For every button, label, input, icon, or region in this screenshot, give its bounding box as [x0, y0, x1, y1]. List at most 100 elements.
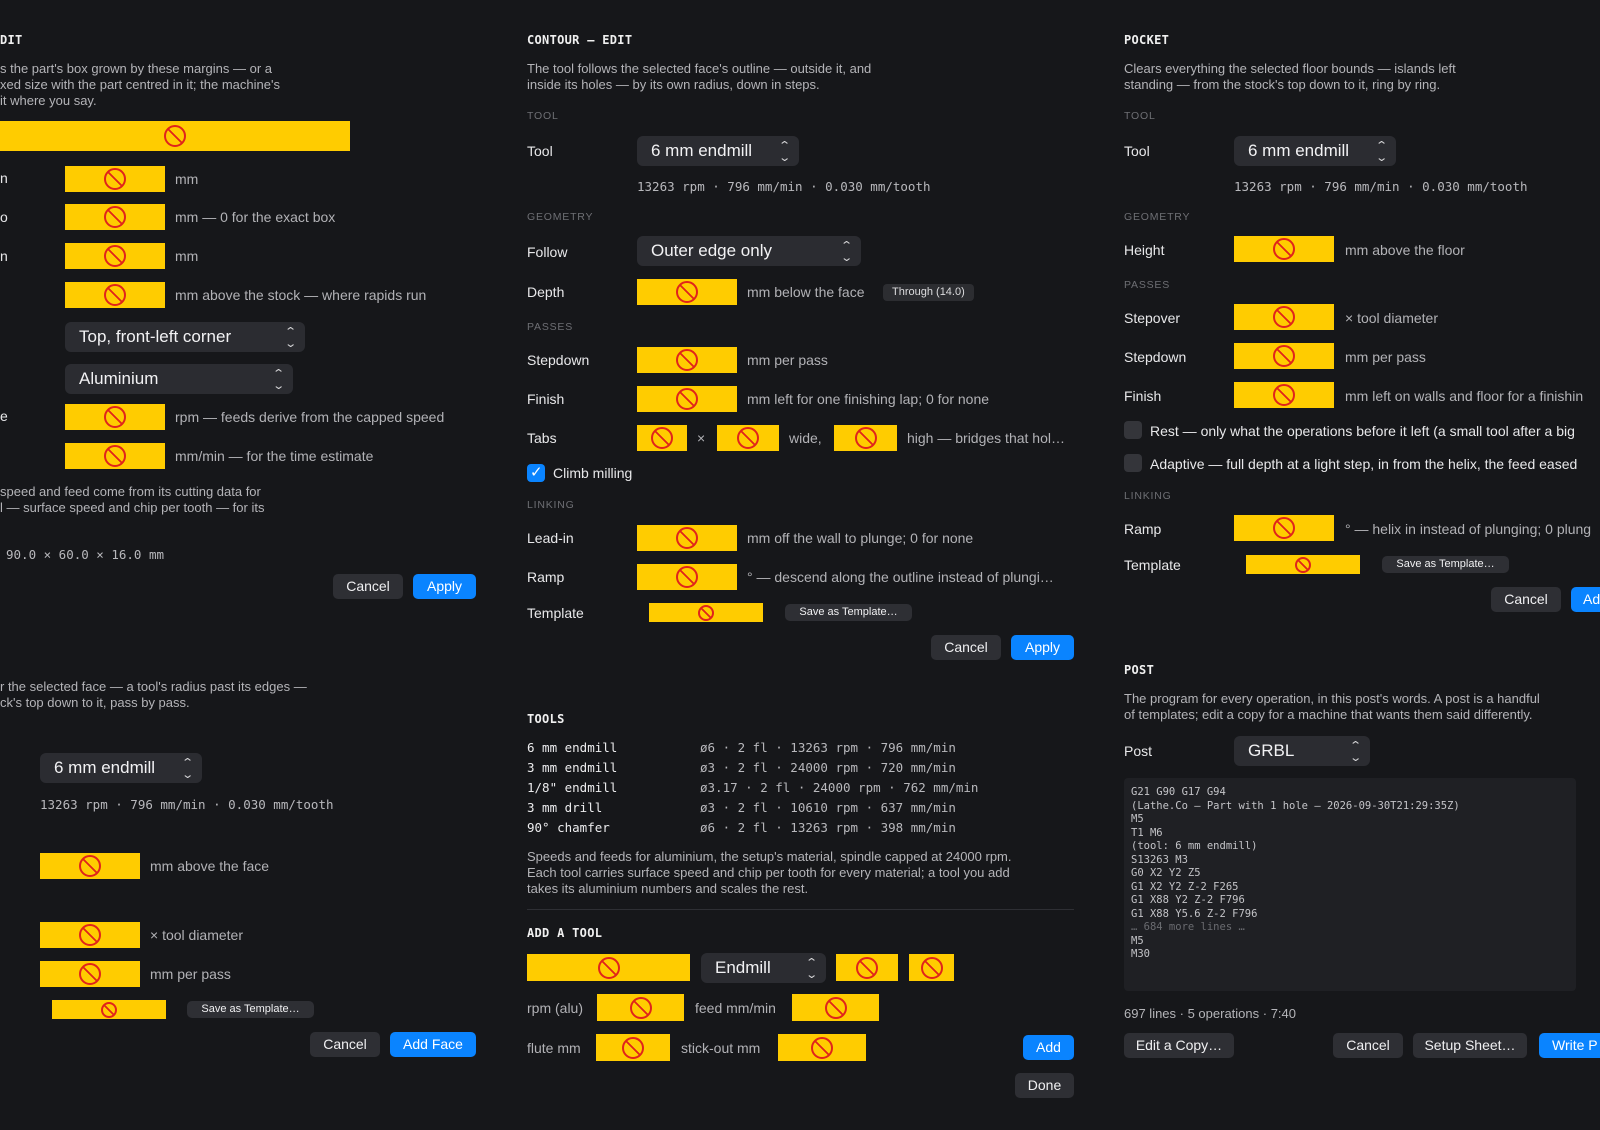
- pocket-height-field[interactable]: [1234, 236, 1334, 262]
- pocket-finish-field[interactable]: [1234, 382, 1334, 408]
- stickout-label: stick-out mm: [681, 1040, 761, 1056]
- add-face-button[interactable]: Add Face: [390, 1032, 476, 1057]
- stock-feed-field[interactable]: [65, 443, 165, 469]
- contour-ramp-hint: ° — descend along the outline instead of…: [747, 569, 1054, 585]
- pocket-stepdown-label: Stepdown: [1124, 349, 1187, 365]
- rpm-label: rpm (alu): [527, 1000, 584, 1016]
- stock-clearance-field[interactable]: [65, 282, 165, 308]
- stock-margin-field[interactable]: [65, 166, 165, 192]
- new-tool-stickout-field[interactable]: [778, 1034, 866, 1061]
- contour-save-template-button[interactable]: Save as Template…: [785, 604, 912, 621]
- contour-apply-button[interactable]: Apply: [1011, 635, 1074, 660]
- contour-template-field[interactable]: [649, 603, 763, 622]
- pocket-finish-hint: mm left on walls and floor for a finishi…: [1345, 388, 1584, 404]
- stock-row4-label: e: [0, 408, 8, 424]
- stock-rpm-field[interactable]: [65, 404, 165, 430]
- face-save-template-button[interactable]: Save as Template…: [187, 1001, 314, 1018]
- face-stepover-field[interactable]: [40, 922, 140, 948]
- pocket-template-field[interactable]: [1246, 555, 1360, 574]
- contour-tool-select[interactable]: 6 mm endmill ⌃ ⌃: [637, 136, 799, 166]
- post-desc-1: The program for every operation, in this…: [1124, 691, 1540, 706]
- face-height-hint: mm above the face: [150, 858, 270, 874]
- post-select[interactable]: GRBL ⌃ ⌃: [1234, 736, 1370, 766]
- pocket-ramp-label: Ramp: [1124, 521, 1162, 537]
- face-template-field[interactable]: [52, 1000, 166, 1019]
- flute-label: flute mm: [527, 1040, 581, 1056]
- contour-stepdown-field[interactable]: [637, 347, 737, 373]
- post-select-value: GRBL: [1248, 741, 1295, 760]
- contour-desc-2: inside its holes — by its own radius, do…: [527, 77, 820, 92]
- rest-label: Rest — only what the operations before i…: [1150, 423, 1575, 439]
- climb-milling-checkbox[interactable]: [527, 463, 545, 482]
- face-tool-select[interactable]: 6 mm endmill ⌃ ⌃: [40, 753, 202, 783]
- add-tool-button[interactable]: Add: [1023, 1035, 1074, 1060]
- face-cancel-button[interactable]: Cancel: [310, 1032, 380, 1057]
- contour-stepdown-label: Stepdown: [527, 352, 590, 368]
- face-height-field[interactable]: [40, 853, 140, 879]
- tool-type-select[interactable]: Endmill ⌃ ⌃: [701, 953, 826, 983]
- pocket-add-button[interactable]: Ad: [1571, 587, 1600, 612]
- new-tool-flutes-field[interactable]: [909, 954, 954, 981]
- tools-divider: [527, 909, 1074, 910]
- material-select[interactable]: Aluminium ⌃ ⌃: [65, 364, 293, 394]
- tool-row-name: 6 mm endmill: [527, 740, 618, 755]
- adaptive-checkbox[interactable]: [1124, 454, 1142, 472]
- pocket-ramp-hint: ° — helix in instead of plunging; 0 plun…: [1345, 521, 1592, 537]
- through-badge[interactable]: Through (14.0): [883, 284, 974, 301]
- setup-sheet-button[interactable]: Setup Sheet…: [1413, 1033, 1527, 1058]
- material-select-value: Aluminium: [79, 369, 159, 388]
- contour-leadin-field[interactable]: [637, 525, 737, 551]
- rest-checkbox[interactable]: [1124, 421, 1142, 439]
- tabs-width-field[interactable]: [717, 425, 779, 451]
- tool-type-select-value: Endmill: [715, 958, 771, 977]
- stock-cancel-button[interactable]: Cancel: [333, 574, 403, 599]
- face-stepdown-field[interactable]: [40, 961, 140, 987]
- adaptive-label: Adaptive — full depth at a light step, i…: [1150, 456, 1578, 472]
- new-tool-rpm-field[interactable]: [597, 994, 684, 1021]
- stock-desc-3: it where you say.: [0, 93, 97, 108]
- contour-desc-1: The tool follows the selected face's out…: [527, 61, 872, 76]
- new-tool-name-field[interactable]: [527, 954, 690, 981]
- pocket-height-hint: mm above the floor: [1345, 242, 1465, 258]
- contour-follow-select[interactable]: Outer edge only ⌃ ⌃: [637, 236, 861, 266]
- done-button[interactable]: Done: [1015, 1073, 1074, 1098]
- stock-feed-hint: mm/min — for the time estimate: [175, 448, 374, 464]
- pocket-save-template-button[interactable]: Save as Template…: [1382, 556, 1509, 573]
- tabs-count-field[interactable]: [637, 425, 687, 451]
- contour-section-linking: LINKING: [527, 499, 575, 511]
- contour-finish-field[interactable]: [637, 386, 737, 412]
- edit-copy-button[interactable]: Edit a Copy…: [1124, 1033, 1234, 1058]
- pocket-stepover-field[interactable]: [1234, 304, 1334, 330]
- face-stepover-hint: × tool diameter: [150, 927, 243, 943]
- tabs-height-field[interactable]: [834, 425, 897, 451]
- stock-margin-field-2[interactable]: [65, 243, 165, 269]
- tool-row-spec: ø6 · 2 fl · 13263 rpm · 398 mm/min: [700, 820, 956, 835]
- pocket-height-label: Height: [1124, 242, 1165, 258]
- stock-size-field[interactable]: [0, 121, 350, 151]
- contour-title: CONTOUR — EDIT: [527, 33, 633, 47]
- pocket-tool-select[interactable]: 6 mm endmill ⌃ ⌃: [1234, 136, 1396, 166]
- stock-exact-field[interactable]: [65, 204, 165, 230]
- pocket-ramp-field[interactable]: [1234, 515, 1334, 541]
- contour-leadin-hint: mm off the wall to plunge; 0 for none: [747, 530, 974, 546]
- contour-ramp-field[interactable]: [637, 564, 737, 590]
- chevron-updown-icon: ⌃ ⌃: [180, 757, 194, 780]
- write-program-button[interactable]: Write P: [1539, 1033, 1600, 1058]
- pocket-stepdown-field[interactable]: [1234, 343, 1334, 369]
- new-tool-feed-field[interactable]: [792, 994, 879, 1021]
- pocket-section-geometry: GEOMETRY: [1124, 211, 1191, 223]
- origin-select[interactable]: Top, front-left corner ⌃ ⌃: [65, 322, 305, 352]
- contour-depth-field[interactable]: [637, 279, 737, 305]
- new-tool-flute-length-field[interactable]: [596, 1034, 670, 1061]
- contour-cancel-button[interactable]: Cancel: [931, 635, 1001, 660]
- stock-apply-button[interactable]: Apply: [413, 574, 476, 599]
- stock-title: DIT: [0, 33, 23, 47]
- stock-note-1: speed and feed come from its cutting dat…: [0, 484, 261, 499]
- pocket-tool-label: Tool: [1124, 143, 1150, 159]
- pocket-cancel-button[interactable]: Cancel: [1491, 587, 1561, 612]
- tool-row-spec: ø3.17 · 2 fl · 24000 rpm · 762 mm/min: [700, 780, 979, 795]
- post-cancel-button[interactable]: Cancel: [1333, 1033, 1403, 1058]
- contour-follow-label: Follow: [527, 244, 568, 260]
- gcode-preview[interactable]: G21 G90 G17 G94 (Lathe.Co — Part with 1 …: [1124, 778, 1576, 991]
- new-tool-diameter-field[interactable]: [836, 954, 898, 981]
